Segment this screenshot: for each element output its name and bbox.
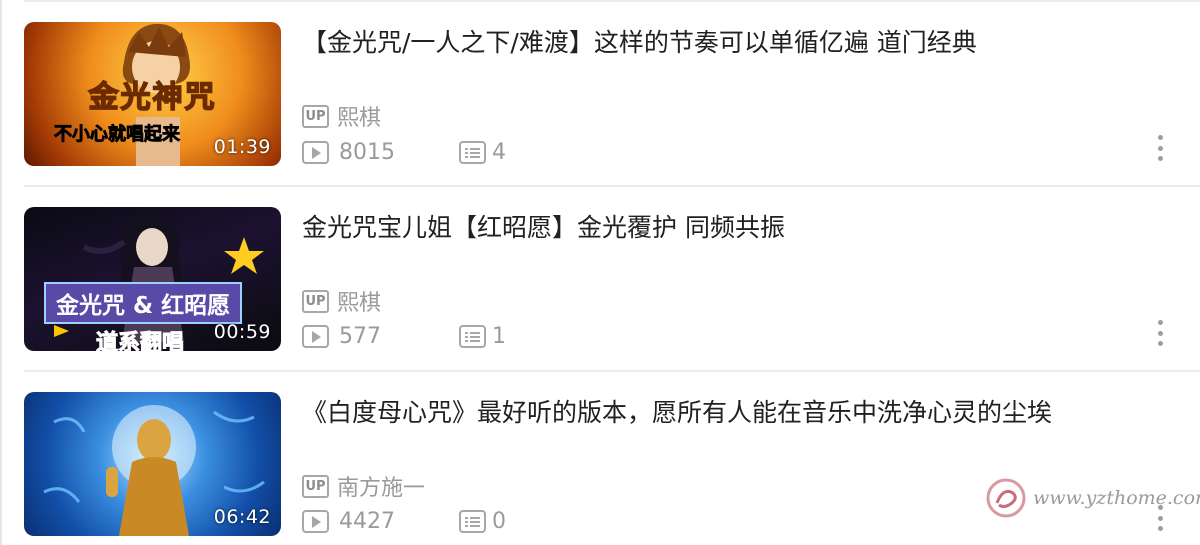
video-thumbnail[interactable]: 金光神咒 不小心就唱起来 01:39 [24,22,281,166]
view-count: 577 [339,323,381,349]
video-thumbnail[interactable]: 金光咒 & 红昭愿 道系翻唱 00:59 [24,207,281,351]
view-count: 8015 [339,139,395,165]
uploader-name: 熙棋 [337,291,382,316]
thumbnail-subtitle-text: 道系翻唱 [95,331,185,352]
video-title[interactable]: 金光咒宝儿姐【红昭愿】金光覆护 同频共振 [302,211,785,245]
thumbnail-title-text: 金光咒 & 红昭愿 [44,282,243,324]
thumbnail-subtitle-text: 不小心就唱起来 [54,124,181,146]
video-title[interactable]: 【金光咒/一人之下/难渡】这样的节奏可以单循亿遍 道门经典 [302,26,977,60]
list-icon [459,509,486,533]
up-badge-icon: UP [302,289,329,313]
comment-count: 4 [492,139,506,165]
play-icon [302,509,329,533]
uploader-row[interactable]: UP 熙棋 [302,288,382,316]
more-vertical-icon[interactable] [1155,320,1165,346]
uploader-name: 熙棋 [337,106,382,131]
play-icon [302,140,329,164]
video-duration: 01:39 [213,136,271,158]
up-badge-icon: UP [302,474,329,498]
video-duration: 00:59 [213,321,271,343]
comment-count: 1 [492,323,506,349]
divider [24,185,1200,187]
up-badge-icon: UP [302,104,329,128]
watermark-logo-icon [986,478,1026,518]
video-duration: 06:42 [213,506,271,528]
top-divider [24,0,1200,2]
uploader-row[interactable]: UP 南方施一 [302,473,426,501]
view-count: 4427 [339,508,395,534]
left-edge-line [0,0,2,545]
play-icon [302,324,329,348]
uploader-row[interactable]: UP 熙棋 [302,103,382,131]
comment-count: 0 [492,508,506,534]
watermark-text: www.yzthome.com [1033,487,1200,509]
watermark: www.yzthome.com [985,470,1200,526]
video-title[interactable]: 《白度母心咒》最好听的版本，愿所有人能在音乐中洗净心灵的尘埃 [302,396,1052,430]
more-vertical-icon[interactable] [1155,135,1165,161]
stats-row: 8015 4 [302,139,506,165]
stats-row: 4427 0 [302,508,506,534]
uploader-name: 南方施一 [337,476,426,501]
thumbnail-title-text: 金光神咒 [88,79,217,116]
divider [24,370,1200,372]
video-thumbnail[interactable]: 06:42 [24,392,281,536]
list-icon [459,140,486,164]
stats-row: 577 1 [302,323,506,349]
list-icon [459,324,486,348]
